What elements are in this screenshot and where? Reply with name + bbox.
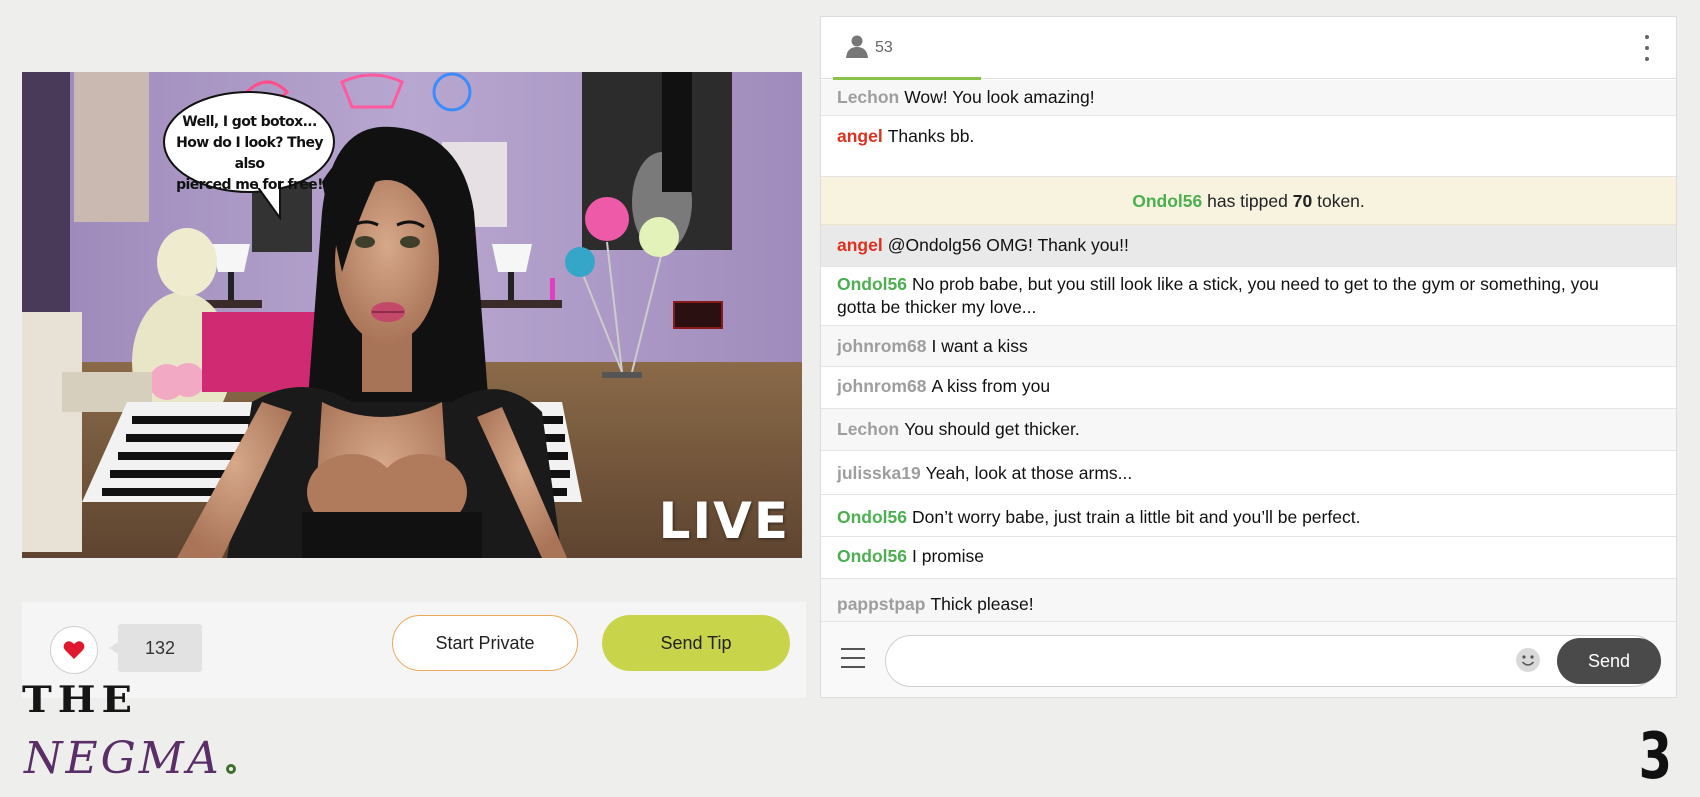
message-user[interactable]: Lechon — [837, 419, 899, 439]
message-user[interactable]: pappstpap — [837, 594, 925, 614]
chat-message: angel Thanks bb. — [821, 116, 1676, 177]
speech-line-3: pierced me for free! — [176, 177, 323, 193]
viewer-count: 53 — [875, 39, 893, 56]
live-badge: LIVE — [658, 492, 790, 550]
heart-icon — [63, 641, 85, 659]
chat-header: 53 — [821, 17, 1676, 80]
brand-dot — [226, 764, 236, 774]
message-user[interactable]: johnrom68 — [837, 336, 926, 356]
message-user[interactable]: Ondol56 — [837, 507, 907, 527]
speech-line-1: Well, I got botox... — [182, 114, 317, 130]
hamburger-menu-icon[interactable] — [841, 648, 865, 668]
message-text: A kiss from you — [931, 376, 1051, 396]
chat-message: julisska19 Yeah, look at those arms... — [821, 451, 1676, 495]
tip-user[interactable]: Ondol56 — [1132, 191, 1202, 211]
chat-message: johnrom68 I want a kiss — [821, 326, 1676, 367]
emoji-icon[interactable] — [1515, 647, 1541, 673]
chat-message: angel @Ondolg56 OMG! Thank you!! — [821, 225, 1676, 267]
chat-message: johnrom68 A kiss from you — [821, 367, 1676, 409]
chat-message: Ondol56 Don’t worry babe, just train a li… — [821, 495, 1676, 537]
message-list[interactable]: Lechon Wow! You look amazing! angel Thanks… — [821, 80, 1676, 635]
send-tip-button[interactable]: Send Tip — [602, 615, 790, 671]
stream-scene — [22, 72, 802, 558]
brand-line-2: NEGMA — [24, 733, 222, 784]
chat-message: Ondol56 No prob babe, but you still look … — [821, 267, 1676, 326]
message-user[interactable]: Ondol56 — [837, 274, 907, 294]
chat-input-bar: Send — [821, 621, 1676, 697]
message-text: You should get thicker. — [904, 419, 1080, 439]
video-player[interactable]: Well, I got botox... How do I look? They… — [22, 72, 802, 558]
chat-panel: 53 Lechon Wow! You look amazing! angel Tha… — [820, 16, 1677, 698]
message-user[interactable]: angel — [837, 235, 883, 255]
message-user[interactable]: johnrom68 — [837, 376, 926, 396]
chat-input[interactable] — [885, 635, 1659, 687]
kebab-menu-icon[interactable] — [1642, 35, 1652, 61]
tip-text-post: token. — [1317, 191, 1365, 211]
tip-text-pre: has tipped — [1207, 191, 1288, 211]
like-button[interactable] — [50, 626, 98, 674]
message-user[interactable]: Lechon — [837, 87, 899, 107]
brand-line-1: THE — [22, 677, 139, 722]
message-text: Wow! You look amazing! — [904, 87, 1095, 107]
tip-notification: Ondol56 has tipped 70 token. — [821, 177, 1676, 225]
message-text: Don’t worry babe, just train a little bi… — [912, 507, 1361, 527]
chat-message: Ondol56 I promise — [821, 537, 1676, 579]
page-number: 3 — [1639, 720, 1673, 794]
action-bar: 132 Start Private Send Tip — [22, 602, 806, 698]
message-text: Thick please! — [930, 594, 1034, 614]
message-text: @Ondolg56 OMG! Thank you!! — [887, 235, 1129, 255]
message-text: I want a kiss — [931, 336, 1028, 356]
message-user[interactable]: angel — [837, 126, 883, 146]
message-text: No prob babe, but you still look like a … — [837, 274, 1599, 317]
message-text: Thanks bb. — [887, 126, 975, 146]
speech-line-2: How do I look? They also — [176, 135, 323, 172]
message-text: I promise — [912, 546, 984, 566]
tip-amount: 70 — [1292, 191, 1313, 211]
start-private-button[interactable]: Start Private — [392, 615, 578, 671]
chat-message: Lechon You should get thicker. — [821, 409, 1676, 451]
message-user[interactable]: Ondol56 — [837, 546, 907, 566]
message-text: Yeah, look at those arms... — [925, 463, 1133, 483]
user-icon — [846, 35, 868, 58]
send-button[interactable]: Send — [1557, 638, 1661, 684]
chat-message: Lechon Wow! You look amazing! — [821, 80, 1676, 116]
message-user[interactable]: julisska19 — [837, 463, 921, 483]
speech-bubble: Well, I got botox... How do I look? They… — [162, 90, 337, 220]
like-count: 132 — [109, 624, 202, 672]
